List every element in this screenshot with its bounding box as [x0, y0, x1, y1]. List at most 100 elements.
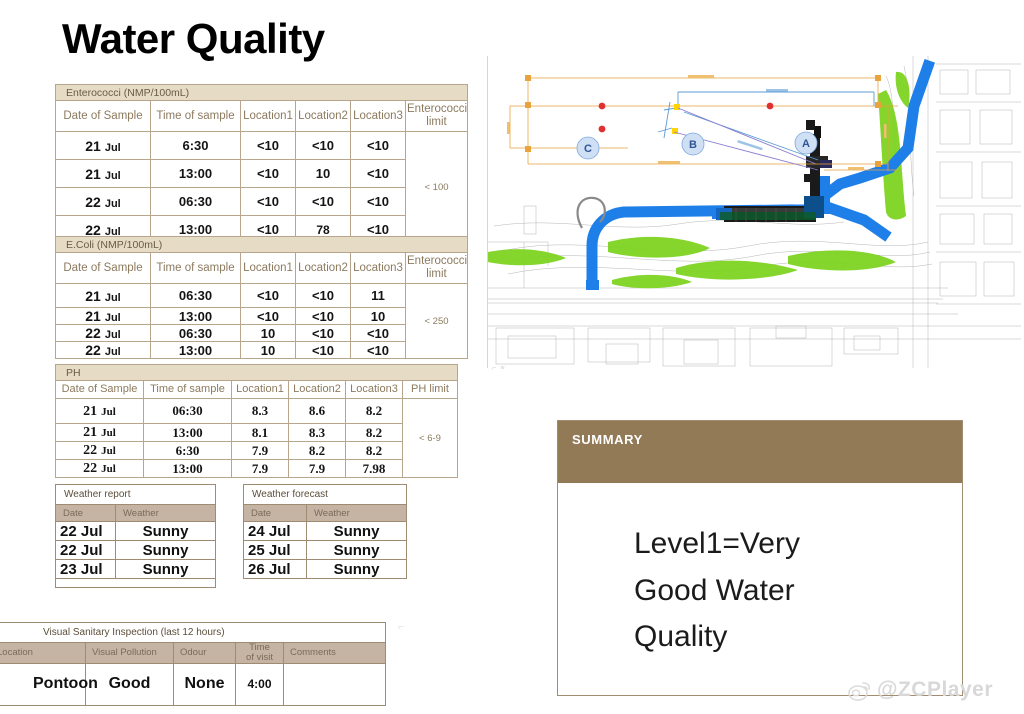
cell-location3: 8.2 [345, 441, 403, 460]
table-row: 21 Jul 06:30 <10 <10 11 < 250 [55, 283, 469, 360]
summary-body: Level1=Very Good Water Quality [558, 483, 962, 661]
table-header-row: Date of Sample Time of sample Location1 … [55, 380, 458, 399]
col-enterococci-limit: Enterococci limit [404, 251, 469, 285]
cell-location3: 7.98 [345, 459, 403, 478]
date-day: 21 [85, 137, 101, 154]
cell-weather: Sunny [114, 559, 217, 579]
col-location1: Location1 [240, 99, 296, 133]
cell-odour: None [173, 662, 236, 706]
date-day: 22 [85, 325, 101, 342]
cell-date: 22 Jul [55, 187, 151, 217]
cell-limit: < 6-9 [402, 398, 458, 478]
table-row: 22 Jul 6:30 7.9 8.2 8.2 [55, 441, 458, 460]
cell-location2: <10 [295, 307, 351, 326]
col-time-of-sample: Time of sample [143, 380, 232, 399]
location-marker-b: B [681, 132, 705, 156]
cell-date: 21 Jul [55, 423, 144, 442]
col-location3: Location3 [350, 99, 406, 133]
cell-location2: 7.9 [288, 459, 346, 478]
cell-date: 22 Jul [55, 459, 144, 478]
col-date-of-sample: Date of Sample [55, 99, 151, 133]
col-location2: Location2 [295, 99, 351, 133]
date-day: 22 [83, 461, 98, 476]
enterococci-table: Enterococci (NMP/100mL) Date of Sample T… [54, 84, 469, 245]
cell-location1: 7.9 [231, 441, 289, 460]
filler-cell [116, 579, 216, 588]
date-month: Jul [101, 463, 116, 475]
scan-artifact: ⌐ [398, 624, 414, 642]
table-caption-row: Weather forecast [243, 484, 407, 505]
cell-location3: 10 [350, 307, 406, 326]
cell-date: 21 Jul [55, 131, 151, 161]
cell-date: 21 Jul [55, 398, 144, 424]
cell-time: 6:30 [143, 441, 232, 460]
col-location1: Location1 [231, 380, 289, 399]
cell-date: 23 Jul [55, 559, 116, 579]
table-row: 21 Jul 13:00 8.1 8.3 8.2 [55, 423, 458, 442]
cell-location2: <10 [295, 324, 351, 343]
summary-line-1: Level1=Very [634, 527, 800, 560]
table-row: 21 Jul 06:30 8.3 8.6 8.2 < 6-9 [55, 398, 458, 478]
svg-text:A: A [802, 138, 810, 150]
weather-forecast-caption: Weather forecast [243, 484, 407, 505]
col-location3: Location3 [345, 380, 403, 399]
cell-location3: <10 [350, 159, 406, 189]
date-month: Jul [104, 329, 121, 342]
table-header-row: Date Weather [55, 504, 217, 522]
col-location2: Location2 [288, 380, 346, 399]
date-month: Jul [104, 346, 121, 359]
cell-location1: <10 [240, 159, 296, 189]
cell-time: 13:00 [150, 341, 241, 360]
cell-location2: 10 [295, 159, 351, 189]
ecoli-caption: E.Coli (NMP/100mL) [54, 236, 469, 253]
table-header-row: Date Weather [243, 504, 407, 522]
cell-location3: <10 [350, 341, 406, 360]
cell-location1: <10 [240, 131, 296, 161]
cell-location1: 10 [240, 324, 296, 343]
cell-location2: 8.2 [288, 441, 346, 460]
cell-location1: 10 [240, 341, 296, 360]
cell-location3: 8.2 [345, 398, 403, 424]
cell-date: 21 Jul [55, 159, 151, 189]
cell-date: 21 Jul [55, 283, 151, 309]
col-location1: Location1 [240, 251, 296, 285]
cell-date: 22 Jul [55, 441, 144, 460]
cell-location: Pontoon [0, 662, 98, 706]
weather-report-caption: Weather report [54, 484, 217, 505]
col-enterococci-limit: Enterococci limit [404, 99, 469, 133]
col-visual-pollution: Visual Pollution [85, 642, 174, 664]
cell-time: 13:00 [150, 307, 241, 326]
summary-header: SUMMARY [558, 421, 962, 483]
cell-time: 13:00 [143, 423, 232, 442]
summary-line-2: Good Water [634, 573, 795, 607]
date-day: 21 [85, 165, 101, 182]
date-month: Jul [101, 427, 116, 439]
cell-time: 13:00 [143, 459, 232, 478]
date-month: Jul [104, 141, 121, 154]
col-weather: Weather [114, 504, 217, 522]
col-date: Date [243, 504, 307, 522]
footnote-line2: ≡ [500, 365, 505, 373]
date-month: Jul [101, 405, 116, 418]
col-time-line2: of visit [246, 651, 273, 663]
table-filler-row [56, 579, 216, 588]
cell-limit: < 250 [404, 283, 469, 360]
col-odour: Odour [173, 642, 236, 664]
cell-weather: Sunny [306, 559, 407, 579]
table-header-row: Location Visual Pollution Odour Time of … [0, 642, 387, 664]
visual-sanitary-inspection-table: Visual Sanitary Inspection (last 12 hour… [0, 622, 387, 706]
cell-location3: <10 [350, 131, 406, 161]
col-date-of-sample: Date of Sample [55, 251, 151, 285]
weather-forecast-table: Weather forecast Date Weather 24 Jul Sun… [243, 484, 407, 579]
cell-weather: Sunny [114, 521, 217, 541]
cell-date: 22 Jul [55, 540, 116, 560]
cell-date: 25 Jul [243, 540, 307, 560]
cell-location2: <10 [295, 283, 351, 309]
col-location3: Location3 [350, 251, 406, 285]
enterococci-caption: Enterococci (NMP/100mL) [54, 84, 469, 101]
svg-text:B: B [689, 139, 697, 151]
artifact-mark: ⌐ [398, 623, 405, 634]
cell-weather: Sunny [114, 540, 217, 560]
filler-cell [56, 579, 116, 588]
ph-caption: PH [55, 364, 458, 381]
